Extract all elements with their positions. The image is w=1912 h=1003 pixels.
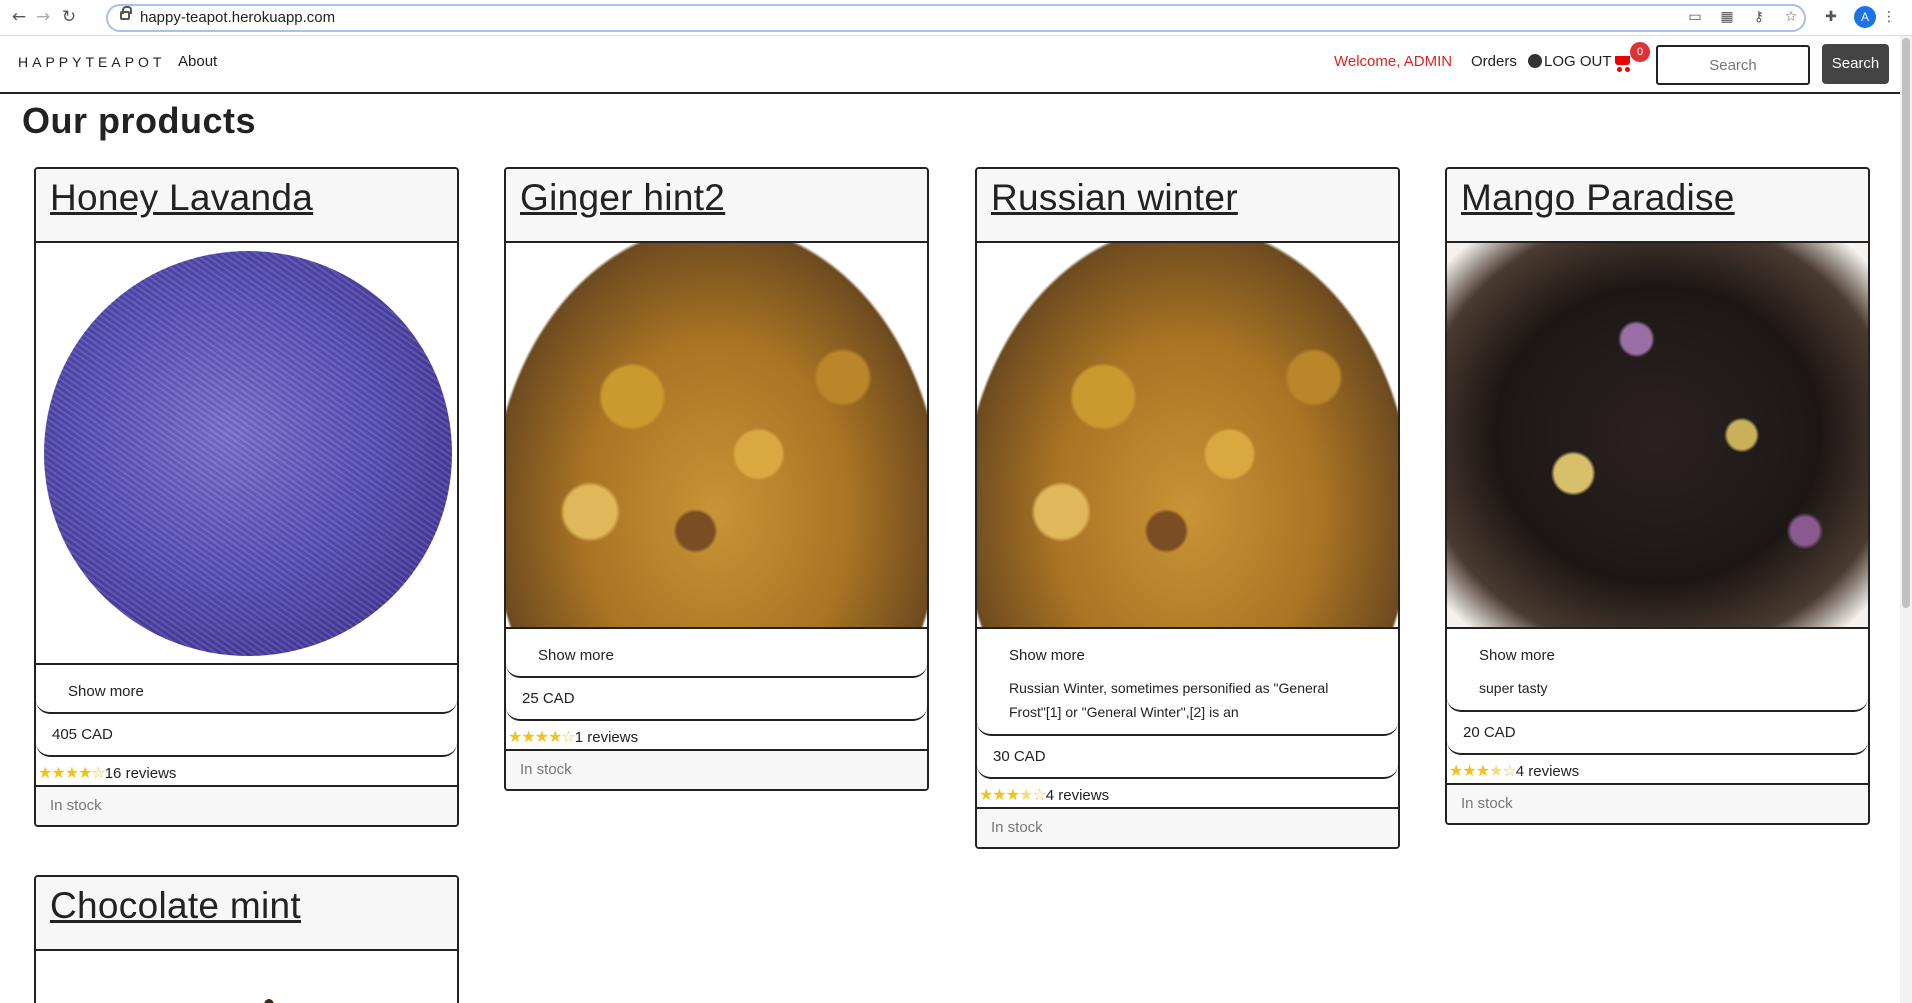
nav-orders[interactable]: Orders — [1471, 53, 1517, 70]
profile-avatar[interactable]: A — [1854, 6, 1876, 28]
logout-label: LOG OUT — [1544, 53, 1612, 70]
show-more-section[interactable]: Show more super tasty — [1447, 627, 1868, 712]
key-icon[interactable]: ⚷ — [1750, 8, 1768, 26]
review-count: 16 reviews — [104, 765, 177, 782]
lock-icon[interactable] — [120, 6, 132, 20]
product-card: Chocolate mint — [34, 875, 459, 1003]
star-rating-icon: ★★★★☆ — [979, 785, 1047, 804]
cast-icon[interactable]: ▭ — [1686, 8, 1704, 26]
show-more-button[interactable]: Show more — [1479, 647, 1852, 664]
product-description: super tasty — [1479, 680, 1548, 696]
show-more-section[interactable]: Show more Russian Winter, sometimes pers… — [977, 627, 1398, 736]
qr-icon[interactable]: ▦ — [1718, 8, 1736, 26]
star-icon: ★ — [1449, 761, 1463, 780]
stock-status: In stock — [36, 785, 457, 825]
stock-status: In stock — [977, 807, 1398, 847]
product-image[interactable] — [977, 243, 1398, 627]
star-icon: ★ — [38, 763, 52, 782]
star-icon: ★ — [1005, 785, 1020, 804]
star-icon: ★ — [1462, 761, 1476, 780]
star-bookmark-icon[interactable]: ☆ — [1782, 8, 1800, 26]
product-image[interactable] — [506, 243, 927, 627]
star-icon: ★ — [521, 727, 535, 746]
star-icon: ★ — [992, 785, 1006, 804]
star-icon: ★ — [78, 763, 92, 782]
nav-about[interactable]: About — [178, 53, 217, 70]
star-icon: ☆ — [561, 727, 575, 746]
product-header: Russian winter — [977, 169, 1398, 243]
welcome-text: Welcome, ADMIN — [1334, 53, 1453, 70]
product-name-link[interactable]: Russian winter — [991, 177, 1238, 218]
product-rating[interactable]: ★★★★☆4 reviews — [1447, 755, 1868, 783]
product-header: Mango Paradise — [1447, 169, 1868, 243]
product-name-link[interactable]: Honey Lavanda — [50, 177, 313, 218]
url-text: happy-teapot.herokuapp.com — [140, 9, 336, 26]
address-bar[interactable]: happy-teapot.herokuapp.com — [106, 4, 1806, 32]
product-price: 25 CAD — [506, 678, 927, 721]
product-header: Honey Lavanda — [36, 169, 457, 243]
forward-icon[interactable]: → — [32, 6, 54, 28]
cart-count-badge: 0 — [1630, 42, 1650, 62]
product-header: Chocolate mint — [36, 877, 457, 951]
product-name-link[interactable]: Ginger hint2 — [520, 177, 725, 218]
review-count: 4 reviews — [1515, 763, 1580, 780]
star-icon: ☆ — [1502, 761, 1516, 780]
product-rating[interactable]: ★★★★☆1 reviews — [506, 721, 927, 749]
product-description: Russian Winter, sometimes personified as… — [1009, 680, 1329, 720]
show-more-button[interactable]: Show more — [506, 627, 927, 678]
page-scrollbar[interactable] — [1900, 36, 1912, 1003]
star-rating-icon: ★★★★☆ — [1449, 761, 1517, 780]
product-image[interactable] — [36, 951, 457, 1003]
show-more-button[interactable]: Show more — [36, 663, 457, 714]
product-name-link[interactable]: Chocolate mint — [50, 885, 301, 926]
stock-status: In stock — [506, 749, 927, 789]
product-card: Ginger hint2 Show more 25 CAD ★★★★☆1 rev… — [504, 167, 929, 791]
review-count: 4 reviews — [1045, 787, 1110, 804]
user-icon — [1528, 54, 1542, 68]
star-icon: ★ — [508, 727, 522, 746]
star-icon: ☆ — [91, 763, 105, 782]
product-price: 405 CAD — [36, 714, 457, 757]
page-title: Our products — [22, 100, 257, 141]
brand-logo[interactable]: HAPPYTEAPOT — [18, 54, 165, 70]
product-card: Mango Paradise Show more super tasty 20 … — [1445, 167, 1870, 825]
product-header: Ginger hint2 — [506, 169, 927, 243]
star-icon: ☆ — [1032, 785, 1046, 804]
product-card: Russian winter Show more Russian Winter,… — [975, 167, 1400, 849]
browser-toolbar: ← → ↻ happy-teapot.herokuapp.com ▭ ▦ ⚷ ☆… — [0, 0, 1912, 36]
review-count: 1 reviews — [574, 729, 639, 746]
product-card: Honey Lavanda Show more 405 CAD ★★★★☆16 … — [34, 167, 459, 827]
search-button[interactable]: Search — [1822, 44, 1889, 84]
star-icon: ★ — [534, 727, 549, 746]
star-icon: ★ — [64, 763, 79, 782]
star-icon: ★ — [1019, 785, 1033, 804]
search-input[interactable] — [1656, 45, 1810, 85]
extensions-icon[interactable]: ✚ — [1822, 8, 1840, 26]
site-navbar: HAPPYTEAPOT About Welcome, ADMIN Orders … — [0, 36, 1912, 94]
star-icon: ★ — [1489, 761, 1503, 780]
star-icon: ★ — [979, 785, 993, 804]
logout-link[interactable]: LOG OUT — [1528, 53, 1612, 70]
product-name-link[interactable]: Mango Paradise — [1461, 177, 1735, 218]
product-image[interactable] — [1447, 243, 1868, 627]
star-icon: ★ — [548, 727, 562, 746]
show-more-button[interactable]: Show more — [1009, 647, 1382, 664]
product-price: 20 CAD — [1447, 712, 1868, 755]
product-rating[interactable]: ★★★★☆4 reviews — [977, 779, 1398, 807]
product-rating[interactable]: ★★★★☆16 reviews — [36, 757, 457, 785]
star-icon: ★ — [51, 763, 65, 782]
reload-icon[interactable]: ↻ — [58, 6, 80, 28]
back-icon[interactable]: ← — [8, 6, 30, 28]
product-price: 30 CAD — [977, 736, 1398, 779]
product-image[interactable] — [36, 243, 457, 663]
stock-status: In stock — [1447, 783, 1868, 823]
star-rating-icon: ★★★★☆ — [38, 763, 106, 782]
star-icon: ★ — [1475, 761, 1490, 780]
menu-icon[interactable]: ⋮ — [1880, 8, 1898, 26]
star-rating-icon: ★★★★☆ — [508, 727, 576, 746]
